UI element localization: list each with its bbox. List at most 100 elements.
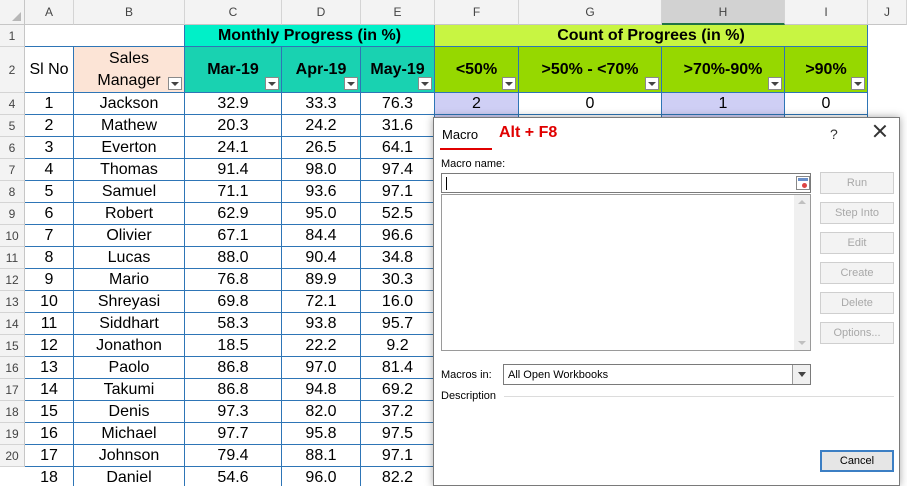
progress-cell-may[interactable]: 30.3	[361, 269, 435, 291]
sales-manager-cell[interactable]: Jackson	[74, 93, 185, 115]
sl-no-cell[interactable]: 11	[25, 313, 74, 335]
help-button[interactable]: ?	[830, 126, 838, 142]
filter-dropdown-icon[interactable]	[851, 77, 865, 90]
count-cell-lt50[interactable]: 2	[435, 93, 519, 115]
progress-cell-apr[interactable]: 82.0	[282, 401, 361, 423]
column-header-I[interactable]: I	[785, 0, 868, 25]
progress-cell-apr[interactable]: 93.6	[282, 181, 361, 203]
progress-cell-mar[interactable]: 97.7	[185, 423, 282, 445]
sales-manager-cell[interactable]: Lucas	[74, 247, 185, 269]
sales-manager-cell[interactable]: Paolo	[74, 357, 185, 379]
progress-cell-mar[interactable]: 32.9	[185, 93, 282, 115]
row-header-17[interactable]: 17	[0, 379, 25, 401]
row-header-7[interactable]: 7	[0, 159, 25, 181]
sl-no-cell[interactable]: 18	[25, 467, 74, 486]
progress-cell-mar[interactable]: 54.6	[185, 467, 282, 486]
sl-no-cell[interactable]: 9	[25, 269, 74, 291]
filter-dropdown-icon[interactable]	[418, 77, 432, 90]
filter-dropdown-icon[interactable]	[502, 77, 516, 90]
options-button[interactable]: Options...	[820, 322, 894, 344]
column-header-E[interactable]: E	[361, 0, 435, 25]
sales-manager-cell[interactable]: Denis	[74, 401, 185, 423]
close-icon[interactable]	[870, 122, 890, 142]
progress-cell-may[interactable]: 96.6	[361, 225, 435, 247]
progress-cell-apr[interactable]: 33.3	[282, 93, 361, 115]
progress-cell-mar[interactable]: 67.1	[185, 225, 282, 247]
row-header-4[interactable]: 4	[0, 93, 25, 115]
progress-cell-may[interactable]: 97.4	[361, 159, 435, 181]
progress-cell-mar[interactable]: 20.3	[185, 115, 282, 137]
sl-no-cell[interactable]: 4	[25, 159, 74, 181]
progress-cell-may[interactable]: 95.7	[361, 313, 435, 335]
sales-manager-cell[interactable]: Jonathon	[74, 335, 185, 357]
row-header-19[interactable]: 19	[0, 423, 25, 445]
progress-cell-apr[interactable]: 93.8	[282, 313, 361, 335]
progress-cell-may[interactable]: 34.8	[361, 247, 435, 269]
progress-cell-apr[interactable]: 88.1	[282, 445, 361, 467]
progress-cell-mar[interactable]: 69.8	[185, 291, 282, 313]
edit-button[interactable]: Edit	[820, 232, 894, 254]
sl-no-cell[interactable]: 14	[25, 379, 74, 401]
progress-cell-may[interactable]: 97.5	[361, 423, 435, 445]
sales-manager-cell[interactable]: Johnson	[74, 445, 185, 467]
sl-no-cell[interactable]: 5	[25, 181, 74, 203]
sl-no-cell[interactable]: 3	[25, 137, 74, 159]
row-header-6[interactable]: 6	[0, 137, 25, 159]
filter-dropdown-icon[interactable]	[645, 77, 659, 90]
sales-manager-cell[interactable]: Daniel	[74, 467, 185, 486]
progress-cell-may[interactable]: 31.6	[361, 115, 435, 137]
progress-cell-apr[interactable]: 98.0	[282, 159, 361, 181]
sales-manager-cell[interactable]: Mario	[74, 269, 185, 291]
count-progress-header[interactable]: Count of Progrees (in %)	[435, 25, 868, 47]
progress-cell-mar[interactable]: 86.8	[185, 379, 282, 401]
progress-cell-may[interactable]: 52.5	[361, 203, 435, 225]
row-header-16[interactable]: 16	[0, 357, 25, 379]
range-header-50-70[interactable]: >50% - <70%	[519, 47, 662, 93]
progress-cell-may[interactable]: 76.3	[361, 93, 435, 115]
progress-cell-mar[interactable]: 79.4	[185, 445, 282, 467]
row-header-12[interactable]: 12	[0, 269, 25, 291]
sl-no-cell[interactable]: 13	[25, 357, 74, 379]
sales-manager-cell[interactable]: Takumi	[74, 379, 185, 401]
progress-cell-apr[interactable]: 84.4	[282, 225, 361, 247]
column-header-A[interactable]: A	[25, 0, 74, 25]
row-header-18[interactable]: 18	[0, 401, 25, 423]
progress-cell-mar[interactable]: 91.4	[185, 159, 282, 181]
month-header-apr[interactable]: Apr-19	[282, 47, 361, 93]
create-button[interactable]: Create	[820, 262, 894, 284]
column-header-H[interactable]: H	[662, 0, 785, 25]
progress-cell-apr[interactable]: 96.0	[282, 467, 361, 486]
sl-no-cell[interactable]: 12	[25, 335, 74, 357]
row-header-20[interactable]: 20	[0, 445, 25, 467]
progress-cell-mar[interactable]: 58.3	[185, 313, 282, 335]
macro-list[interactable]	[441, 194, 811, 351]
sales-manager-cell[interactable]: Mathew	[74, 115, 185, 137]
column-header-F[interactable]: F	[435, 0, 519, 25]
row-header-14[interactable]: 14	[0, 313, 25, 335]
progress-cell-apr[interactable]: 26.5	[282, 137, 361, 159]
progress-cell-may[interactable]: 9.2	[361, 335, 435, 357]
progress-cell-apr[interactable]: 95.0	[282, 203, 361, 225]
sales-manager-header[interactable]: Sales Manager	[74, 47, 185, 93]
progress-cell-mar[interactable]: 18.5	[185, 335, 282, 357]
column-header-D[interactable]: D	[282, 0, 361, 25]
progress-cell-may[interactable]: 64.1	[361, 137, 435, 159]
scroll-up-icon[interactable]	[798, 200, 806, 204]
progress-cell-mar[interactable]: 86.8	[185, 357, 282, 379]
progress-cell-may[interactable]: 82.2	[361, 467, 435, 486]
progress-cell-mar[interactable]: 76.8	[185, 269, 282, 291]
row-header-1[interactable]: 1	[0, 25, 25, 47]
sl-no-cell[interactable]: 6	[25, 203, 74, 225]
chevron-down-icon[interactable]	[792, 365, 810, 384]
progress-cell-apr[interactable]: 22.2	[282, 335, 361, 357]
list-scrollbar[interactable]	[794, 195, 810, 350]
sales-manager-cell[interactable]: Siddhart	[74, 313, 185, 335]
row-header-11[interactable]: 11	[0, 247, 25, 269]
range-header-gt90[interactable]: >90%	[785, 47, 868, 93]
month-header-may[interactable]: May-19	[361, 47, 435, 93]
run-button[interactable]: Run	[820, 172, 894, 194]
scroll-down-icon[interactable]	[798, 341, 806, 345]
count-cell-70-90[interactable]: 1	[662, 93, 785, 115]
row-header-9[interactable]: 9	[0, 203, 25, 225]
progress-cell-mar[interactable]: 71.1	[185, 181, 282, 203]
